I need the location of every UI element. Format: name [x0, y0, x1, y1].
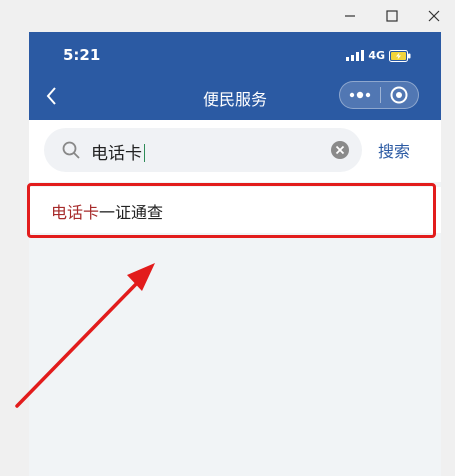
close-button[interactable]: [413, 0, 455, 32]
window-controls: [329, 0, 455, 32]
search-input[interactable]: 电话卡: [44, 128, 362, 172]
search-bar: 电话卡 搜索: [29, 120, 441, 182]
clear-circle-icon[interactable]: [330, 140, 350, 160]
mini-program-screen: 5:21 4G 便民服务 电话卡 搜索 电话卡一证通查: [29, 32, 441, 476]
minimize-icon: [345, 15, 355, 17]
signal-icon: [346, 50, 365, 61]
app-window: 5:21 4G 便民服务 电话卡 搜索 电话卡一证通查: [0, 0, 455, 476]
maximize-button[interactable]: [371, 0, 413, 32]
target-circle-icon: [390, 86, 408, 104]
mini-program-capsule: [339, 81, 419, 109]
text-caret: [144, 144, 145, 162]
battery-charging-icon: [389, 49, 411, 62]
maximize-icon: [386, 10, 398, 22]
search-icon: [62, 141, 80, 159]
more-dots-icon: [349, 91, 370, 99]
search-value: 电话卡: [91, 139, 145, 164]
more-button[interactable]: [340, 81, 380, 109]
exit-button[interactable]: [380, 81, 418, 109]
close-icon: [428, 10, 440, 22]
status-time: 5:21: [63, 46, 101, 64]
annotation-box: [27, 183, 436, 238]
minimize-button[interactable]: [329, 0, 371, 32]
header-bar: 5:21 4G 便民服务: [29, 32, 441, 120]
network-type: 4G: [368, 49, 385, 62]
status-icons: 4G: [346, 49, 411, 62]
search-button[interactable]: 搜索: [378, 138, 410, 162]
